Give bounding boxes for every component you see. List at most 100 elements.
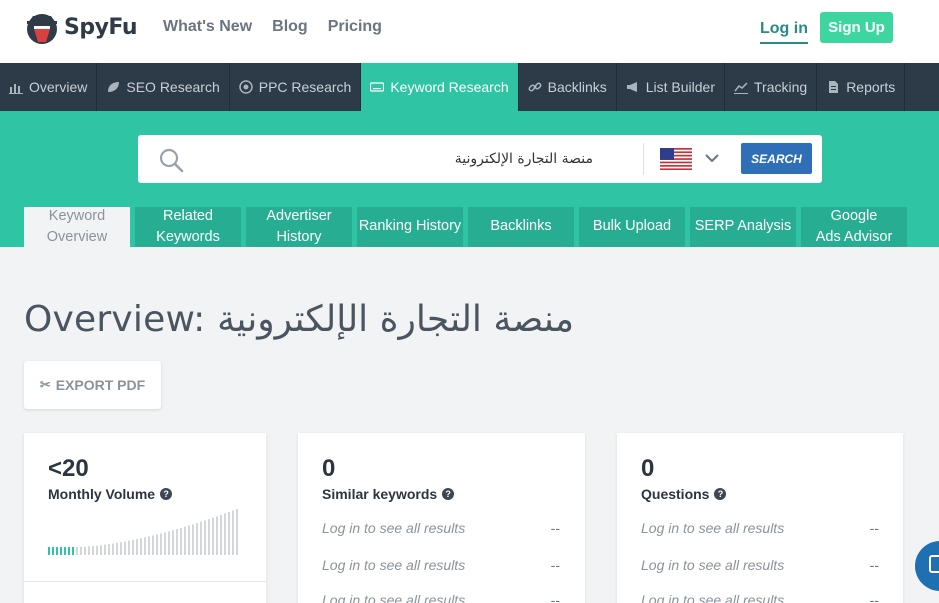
sparkline-bar: [148, 536, 150, 555]
login-link[interactable]: Log in: [760, 20, 808, 44]
login-prompt: Log in to see all results: [641, 520, 785, 536]
sparkline-bar: [168, 531, 170, 555]
search-divider: [643, 143, 644, 175]
sparkline-bar: [52, 547, 54, 555]
help-icon[interactable]: ?: [160, 488, 173, 500]
sparkline-bar: [200, 521, 202, 555]
keyword-search-input[interactable]: [193, 148, 593, 170]
sparkline-bar: [84, 546, 86, 555]
list-item[interactable]: Log in to see all results --: [322, 557, 560, 573]
search-box: SEARCH: [138, 135, 822, 183]
sparkline-bar: [88, 546, 90, 555]
mainnav-seo-research[interactable]: SEO Research: [97, 63, 230, 111]
subtab-related-keywords[interactable]: Related Keywords: [135, 207, 241, 247]
search-button[interactable]: SEARCH: [741, 143, 812, 174]
target-icon: [238, 80, 253, 94]
subtab-ranking-history[interactable]: Ranking History: [357, 207, 463, 247]
sparkline-bar: [172, 530, 174, 555]
subtab-google-ads-advisor[interactable]: Google Ads Advisor: [801, 207, 907, 247]
sparkline-bar: [224, 513, 226, 555]
sparkline-bar: [68, 547, 70, 555]
search-band: SEARCH KeywordOverview RelatedKeywords A…: [0, 111, 939, 247]
signup-button[interactable]: Sign Up: [820, 12, 893, 43]
sparkline-bar: [128, 540, 130, 555]
sparkline-bar: [80, 546, 82, 555]
questions-value: 0: [641, 455, 655, 482]
document-icon: [826, 80, 840, 94]
mainnav-label: PPC Research: [258, 79, 352, 95]
help-icon[interactable]: ?: [714, 488, 727, 500]
mainnav-ppc-research[interactable]: PPC Research: [230, 63, 362, 111]
sparkline-bar: [208, 519, 210, 555]
subtab-bulk-upload[interactable]: Bulk Upload: [579, 207, 685, 247]
mainnav-reports[interactable]: Reports: [817, 63, 906, 111]
mainnav-label: Tracking: [754, 79, 808, 95]
mainnav-backlinks[interactable]: Backlinks: [519, 63, 617, 111]
row-value: --: [550, 520, 560, 536]
volume-sparkline: [48, 509, 238, 555]
sparkline-bar: [100, 545, 102, 555]
export-pdf-button[interactable]: ✂ EXPORT PDF: [24, 361, 161, 409]
mainnav-tracking[interactable]: Tracking: [725, 63, 818, 111]
sparkline-bar: [64, 547, 66, 555]
mainnav-label: SEO Research: [126, 79, 220, 95]
sparkline-bar: [120, 542, 122, 555]
row-value: --: [869, 557, 879, 573]
similar-label-row: Similar keywords ?: [322, 486, 455, 502]
nav-pricing[interactable]: Pricing: [328, 18, 382, 36]
mainnav-list-builder[interactable]: List Builder: [617, 63, 726, 111]
spyfu-logo[interactable]: SpyFu: [24, 9, 138, 45]
mainnav-label: Reports: [846, 79, 896, 95]
brand-name: SpyFu: [64, 14, 138, 40]
sparkline-bar: [232, 510, 234, 555]
mainnav-label: Overview: [29, 79, 88, 95]
sparkline-bar: [164, 532, 166, 555]
sparkline-bar: [176, 529, 178, 555]
sparkline-bar: [108, 544, 110, 555]
sparkline-bar: [144, 537, 146, 555]
subtab-keyword-overview[interactable]: Keyword Overview: [24, 207, 130, 247]
spy-logo-icon: [27, 14, 57, 44]
similar-keywords-card: 0 Similar keywords ? Log in to see all r…: [298, 433, 585, 603]
sparkline-bar: [112, 543, 114, 555]
sparkline-bar: [72, 547, 74, 555]
top-nav: What's New Blog Pricing: [163, 18, 382, 36]
mainnav-overview[interactable]: Overview: [0, 63, 98, 111]
row-value: --: [869, 520, 879, 536]
mainnav-keyword-research[interactable]: Keyword Research: [361, 63, 519, 111]
sparkline-bar: [216, 516, 218, 555]
list-item[interactable]: Log in to see all results --: [641, 520, 879, 536]
nav-blog[interactable]: Blog: [272, 18, 308, 36]
list-item[interactable]: Log in to see all results --: [322, 592, 560, 603]
us-flag-icon[interactable]: [660, 148, 692, 170]
sparkline-bar: [180, 527, 182, 555]
sparkline-bar: [48, 547, 50, 555]
subtab-backlinks[interactable]: Backlinks: [468, 207, 574, 247]
list-item[interactable]: Log in to see all results --: [322, 520, 560, 536]
keyboard-icon: [370, 80, 385, 94]
sparkline-bar: [212, 517, 214, 555]
chat-widget-button[interactable]: [915, 541, 939, 591]
row-value: --: [550, 592, 560, 603]
mainnav-label: Keyword Research: [390, 79, 509, 95]
mainnav-label: List Builder: [645, 79, 716, 95]
login-prompt: Log in to see all results: [641, 592, 785, 603]
help-icon[interactable]: ?: [442, 488, 455, 500]
chevron-down-icon[interactable]: [704, 152, 720, 164]
login-prompt: Log in to see all results: [641, 557, 785, 573]
main-nav: Overview SEO Research PPC Research Keywo…: [0, 63, 939, 111]
similar-value: 0: [322, 455, 336, 482]
login-prompt: Log in to see all results: [322, 520, 466, 536]
mainnav-label: Backlinks: [547, 79, 607, 95]
sparkline-bar: [132, 539, 134, 555]
nav-whats-new[interactable]: What's New: [163, 18, 252, 36]
subtab-serp-analysis[interactable]: SERP Analysis: [690, 207, 796, 247]
login-prompt: Log in to see all results: [322, 557, 466, 573]
list-item[interactable]: Log in to see all results --: [641, 557, 879, 573]
monthly-volume-card: <20 Monthly Volume ?: [24, 433, 266, 603]
sparkline-bar: [124, 541, 126, 555]
list-item[interactable]: Log in to see all results --: [641, 592, 879, 603]
subtab-advertiser-history[interactable]: Advertiser History: [246, 207, 352, 247]
page-title: Overview: منصة التجارة الإلكترونية: [24, 299, 575, 340]
questions-card: 0 Questions ? Log in to see all results …: [617, 433, 903, 603]
